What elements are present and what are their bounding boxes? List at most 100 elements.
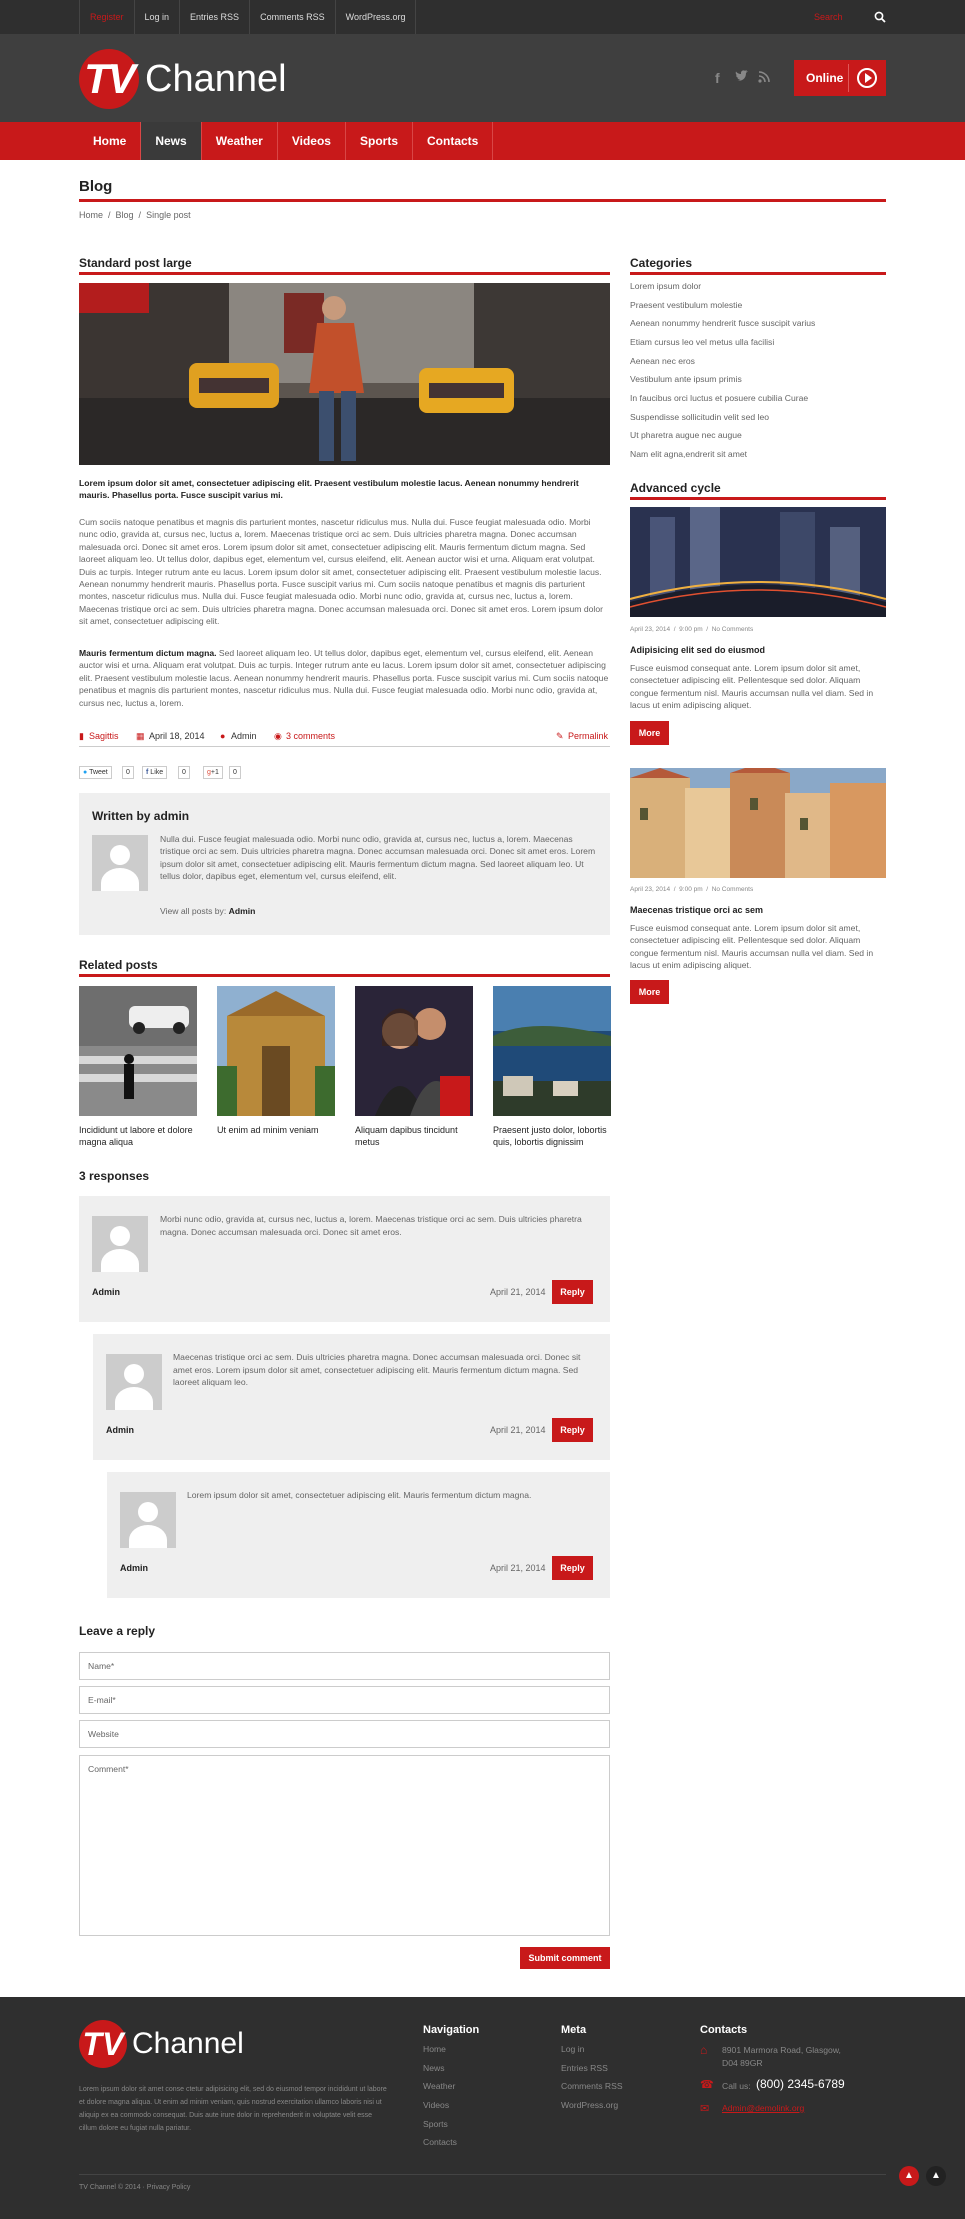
- category-link[interactable]: Lorem ipsum dolor: [630, 281, 701, 291]
- cycle-image-1[interactable]: [630, 507, 886, 617]
- related-thumb-2[interactable]: [217, 986, 335, 1116]
- nav-contacts[interactable]: Contacts: [413, 122, 494, 160]
- cycle-title-2[interactable]: Maecenas tristique orci ac sem: [630, 905, 763, 915]
- cycle-comments[interactable]: No Comments: [712, 886, 754, 893]
- cycle-heading-line: [630, 497, 886, 500]
- twitter-icon[interactable]: [735, 70, 749, 86]
- logo-badge: TV: [79, 49, 139, 109]
- submit-comment-button[interactable]: Submit comment: [520, 1947, 610, 1969]
- rss-icon[interactable]: [758, 70, 770, 86]
- reply-button[interactable]: Reply: [552, 1418, 593, 1442]
- online-label: Online: [806, 71, 844, 85]
- comment-3: Lorem ipsum dolor sit amet, consectetuer…: [107, 1472, 610, 1598]
- related-thumb-1[interactable]: [79, 986, 197, 1116]
- nav-weather[interactable]: Weather: [202, 122, 278, 160]
- footer-nav-contacts[interactable]: Contacts: [423, 2137, 457, 2147]
- nav-sports[interactable]: Sports: [346, 122, 413, 160]
- comment-author[interactable]: Admin: [92, 1287, 120, 1297]
- register-link[interactable]: Register: [79, 0, 134, 34]
- cycle-comments[interactable]: No Comments: [712, 626, 754, 633]
- post-category[interactable]: Sagittis: [89, 731, 119, 741]
- online-separator: [848, 64, 849, 92]
- category-link[interactable]: Suspendisse sollicitudin velit sed leo: [630, 412, 769, 422]
- post-author[interactable]: Admin: [231, 731, 257, 741]
- email-field[interactable]: E-mail*: [79, 1686, 610, 1714]
- footer-nav-home[interactable]: Home: [423, 2044, 446, 2054]
- related-thumb-3[interactable]: [355, 986, 473, 1116]
- related-title-3[interactable]: Aliquam dapibus tincidunt metus: [355, 1124, 477, 1148]
- cycle-image-2[interactable]: [630, 768, 886, 878]
- like-button[interactable]: f Like: [142, 766, 168, 779]
- breadcrumb-home[interactable]: Home: [79, 210, 103, 220]
- facebook-icon[interactable]: f: [715, 70, 720, 86]
- main-nav: Home News Weather Videos Sports Contacts: [0, 122, 965, 160]
- category-link[interactable]: Ut pharetra augue nec augue: [630, 430, 742, 440]
- bookmark-icon: ▮: [79, 731, 84, 741]
- name-field[interactable]: Name*: [79, 1652, 610, 1680]
- entries-rss-link[interactable]: Entries RSS: [179, 0, 249, 34]
- cycle-title-1[interactable]: Adipisicing elit sed do eiusmod: [630, 645, 765, 655]
- reply-button[interactable]: Reply: [552, 1280, 593, 1304]
- comment-author[interactable]: Admin: [120, 1563, 148, 1573]
- category-link[interactable]: Aenean nonummy hendrerit fusce suscipit …: [630, 318, 815, 328]
- related-heading-line: [79, 974, 610, 977]
- scroll-top-red-icon[interactable]: ▲: [899, 2166, 919, 2186]
- site-logo[interactable]: TV Channel: [79, 49, 287, 109]
- footer-meta-entries[interactable]: Entries RSS: [561, 2063, 608, 2073]
- plus-one-button[interactable]: g+1: [203, 766, 223, 779]
- online-button[interactable]: Online: [794, 60, 886, 96]
- comments-rss-link[interactable]: Comments RSS: [249, 0, 335, 34]
- link-icon: ✎: [556, 731, 564, 741]
- related-title-2[interactable]: Ut enim ad minim veniam: [217, 1124, 339, 1136]
- post-comments-link[interactable]: 3 comments: [286, 731, 335, 741]
- nav-home[interactable]: Home: [79, 122, 142, 160]
- search-icon[interactable]: [874, 11, 886, 23]
- footer-call-label: Call us:: [722, 2081, 751, 2091]
- scroll-top-icon[interactable]: ▲: [926, 2166, 946, 2186]
- permalink[interactable]: Permalink: [568, 731, 608, 741]
- author-bio: Nulla dui. Fusce feugiat malesuada odio.…: [160, 834, 596, 882]
- footer-about: Lorem ipsum dolor sit amet conse ctetur …: [79, 2086, 387, 2132]
- breadcrumb-blog[interactable]: Blog: [116, 210, 134, 220]
- more-button[interactable]: More: [630, 980, 669, 1004]
- footer-nav-news[interactable]: News: [423, 2063, 445, 2073]
- comment-1: Morbi nunc odio, gravida at, cursus nec,…: [79, 1196, 610, 1322]
- category-link[interactable]: Praesent vestibulum molestie: [630, 300, 742, 310]
- comment-field[interactable]: Comment*: [79, 1755, 610, 1936]
- footer-meta-wordpress[interactable]: WordPress.org: [561, 2100, 618, 2110]
- footer-nav-sports[interactable]: Sports: [423, 2119, 448, 2129]
- category-link[interactable]: Nam elit agna,endrerit sit amet: [630, 449, 747, 459]
- footer-email[interactable]: Admin@demolink.org: [722, 2103, 804, 2113]
- view-all-author-link[interactable]: Admin: [229, 906, 256, 916]
- related-thumb-4[interactable]: [493, 986, 611, 1116]
- category-link[interactable]: Etiam cursus leo vel metus ulla facilisi: [630, 337, 774, 347]
- post-lead: Lorem ipsum dolor sit amet, consectetuer…: [79, 478, 579, 501]
- login-link[interactable]: Log in: [133, 0, 180, 34]
- search-input[interactable]: Search: [814, 0, 886, 34]
- footer-meta-comments[interactable]: Comments RSS: [561, 2081, 623, 2091]
- wordpress-link[interactable]: WordPress.org: [334, 0, 417, 34]
- facebook-share-icon: f: [146, 769, 149, 776]
- post-heading: Standard post large: [79, 256, 192, 270]
- cycle-text-2: Fusce euismod consequat ante. Lorem ipsu…: [630, 923, 874, 971]
- footer-phone[interactable]: (800) 2345-6789: [756, 2077, 845, 2091]
- breadcrumb: Home / Blog / Single post: [79, 210, 191, 220]
- related-title-4[interactable]: Praesent justo dolor, lobortis quis, lob…: [493, 1124, 615, 1148]
- footer-logo[interactable]: TV Channel: [79, 2020, 244, 2068]
- category-link[interactable]: Aenean nec eros: [630, 356, 695, 366]
- nav-videos[interactable]: Videos: [278, 122, 346, 160]
- category-link[interactable]: Vestibulum ante ipsum primis: [630, 374, 742, 384]
- more-button[interactable]: More: [630, 721, 669, 745]
- footer-nav-weather[interactable]: Weather: [423, 2081, 455, 2091]
- reply-button[interactable]: Reply: [552, 1556, 593, 1580]
- comment-date: April 21, 2014: [490, 1287, 546, 1297]
- website-field[interactable]: Website: [79, 1720, 610, 1748]
- tweet-button[interactable]: ● Tweet: [79, 766, 112, 779]
- footer-meta-login[interactable]: Log in: [561, 2044, 584, 2054]
- related-title-1[interactable]: Incididunt ut labore et dolore magna ali…: [79, 1124, 201, 1148]
- footer-nav-videos[interactable]: Videos: [423, 2100, 449, 2110]
- nav-news[interactable]: News: [141, 122, 202, 160]
- category-link[interactable]: In faucibus orci luctus et posuere cubil…: [630, 393, 808, 403]
- comment-author[interactable]: Admin: [106, 1425, 134, 1435]
- footer-copyright[interactable]: TV Channel © 2014 · Privacy Policy: [79, 2184, 190, 2191]
